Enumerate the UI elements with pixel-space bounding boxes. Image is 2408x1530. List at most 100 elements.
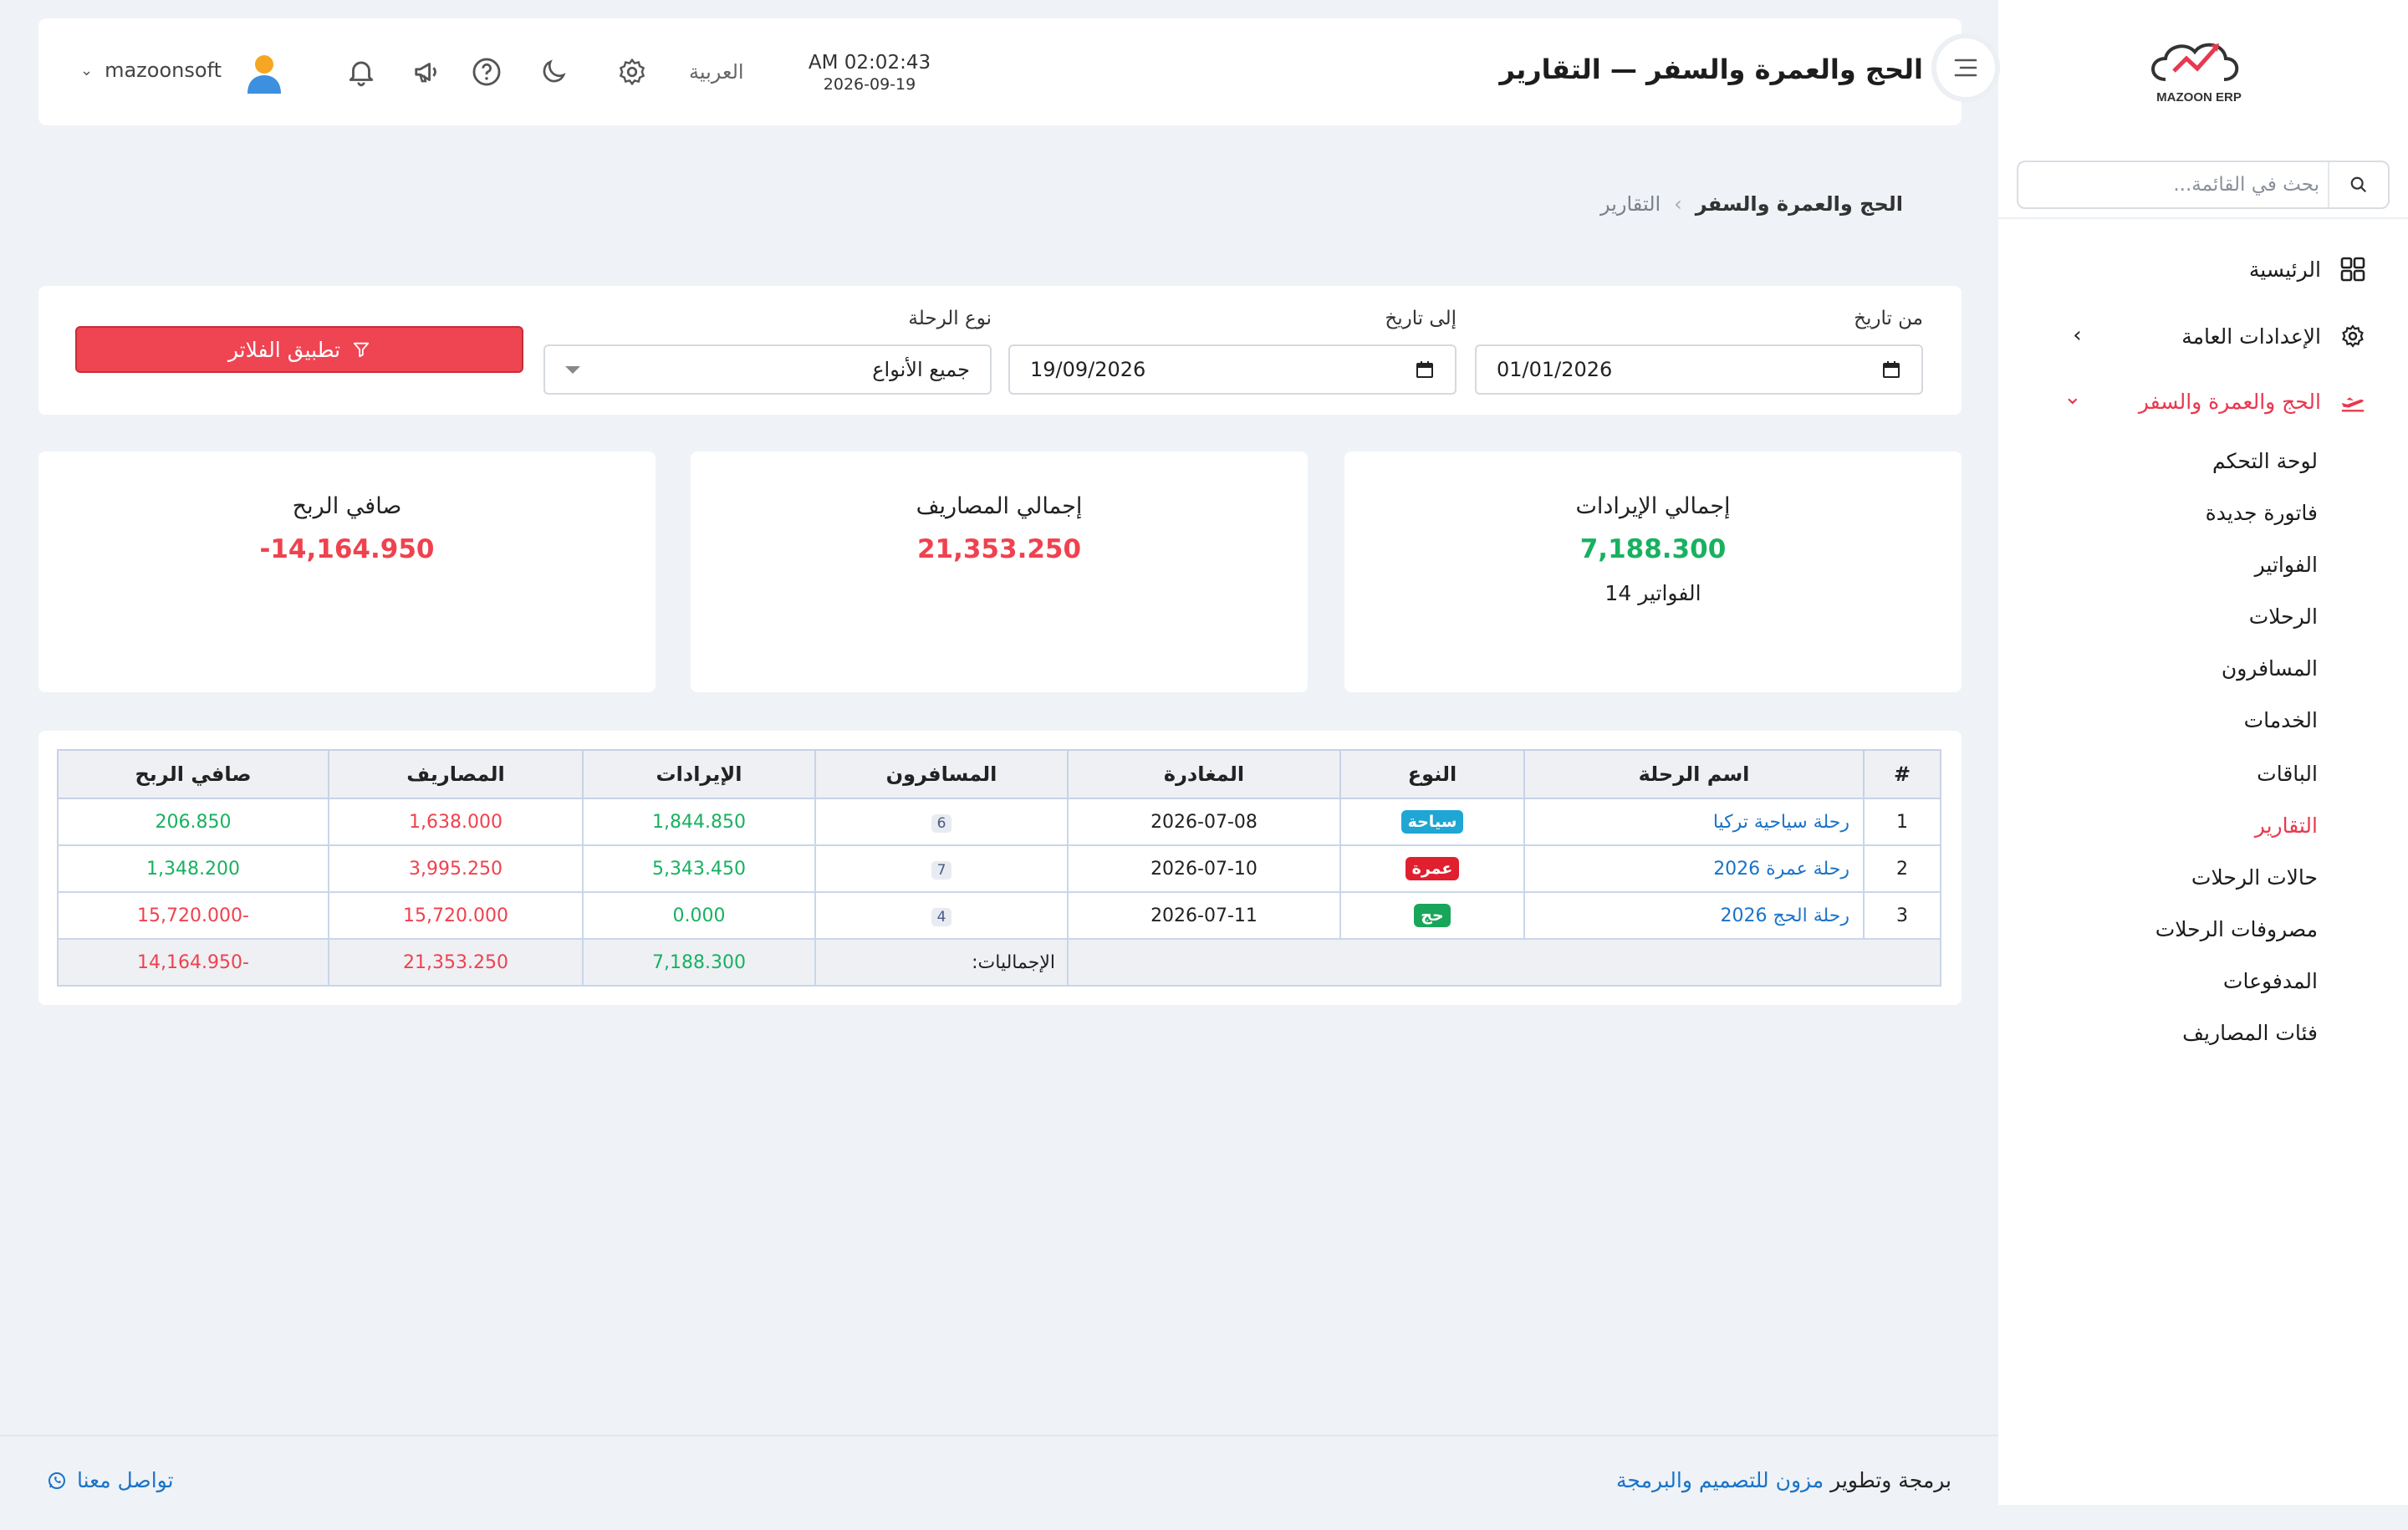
menu-search-input[interactable]: [2035, 162, 2319, 207]
sidebar-item-home[interactable]: الرئيسية: [2249, 252, 2366, 286]
submenu-packages[interactable]: الباقات: [2257, 757, 2318, 791]
announcements-button[interactable]: [411, 55, 445, 89]
help-button[interactable]: [470, 55, 503, 89]
apply-filters-button[interactable]: تطبيق الفلاتر: [75, 326, 523, 373]
avatar[interactable]: [246, 54, 283, 94]
col-header[interactable]: النوع: [1339, 749, 1525, 799]
submenu-trips[interactable]: الرحلات: [2249, 600, 2318, 634]
trip-type-badge: سياحة: [1400, 810, 1464, 834]
travelers-cell: 4: [814, 891, 1069, 940]
company-link[interactable]: مزون للتصميم والبرمجة: [1616, 1468, 1824, 1492]
col-header[interactable]: المغادرة: [1067, 749, 1341, 799]
clock-date: 2026-09-19: [823, 75, 916, 94]
row-index: 3: [1863, 891, 1941, 940]
submenu-new-invoice[interactable]: فاتورة جديدة: [2206, 497, 2318, 530]
revenue-cell: 5,343.450: [582, 844, 816, 893]
submenu-trip-expenses[interactable]: مصروفات الرحلات: [2155, 913, 2318, 946]
totals-revenue: 7,188.300: [582, 938, 816, 987]
from-date-input[interactable]: 01/01/2026: [1475, 344, 1923, 395]
megaphone-icon: [415, 63, 436, 83]
report-table: # اسم الرحلة النوع المغادرة المسافرون ال…: [57, 749, 1941, 987]
sidebar-item-label: الإعدادات العامة: [2181, 324, 2321, 349]
sidebar-item-label: الرئيسية: [2248, 257, 2321, 282]
calendar-icon[interactable]: [1415, 360, 1435, 380]
breadcrumb: الحج والعمرة والسفر ‹ التقارير: [1600, 192, 1903, 216]
help-icon: [472, 58, 501, 86]
totals-profit: -14,164.950: [57, 938, 329, 987]
language-switch[interactable]: العربية: [689, 60, 744, 84]
grid-icon: [2339, 256, 2366, 283]
stat-value: 7,188.300: [1579, 534, 1727, 564]
stat-value: 21,353.250: [916, 534, 1082, 564]
submenu-travelers[interactable]: المسافرون: [2222, 652, 2318, 686]
submenu-invoices[interactable]: الفواتير: [2255, 548, 2318, 582]
sidebar-item-hajj-travel[interactable]: الحج والعمرة والسفر ⌄: [2064, 385, 2366, 418]
sidebar-divider: [1998, 217, 2408, 219]
row-index: 2: [1863, 844, 1941, 893]
col-header[interactable]: صافي الربح: [57, 749, 329, 799]
trip-name-link[interactable]: رحلة سياحية تركيا: [1523, 798, 1865, 846]
whatsapp-icon: [48, 1471, 65, 1489]
expenses-cell: 3,995.250: [328, 844, 584, 893]
sidebar-item-settings[interactable]: الإعدادات العامة ‹: [2073, 319, 2366, 353]
caret-down-icon: [565, 365, 580, 374]
stat-card-revenue: إجمالي الإيرادات 7,188.300 14 الفواتير: [1344, 451, 1962, 692]
trip-type-cell: سياحة: [1339, 798, 1525, 846]
profit-cell: 206.850: [57, 798, 329, 846]
trip-type-select[interactable]: جميع الأنواع: [543, 344, 992, 395]
chevron-down-icon: ⌄: [80, 61, 94, 79]
table-row: 3 رحلة الحج 2026 حج 2026-07-11 4 0.000 1…: [57, 891, 1941, 940]
submenu-payments[interactable]: المدفوعات: [2223, 965, 2318, 998]
user-menu[interactable]: ⌄ mazoonsoft: [80, 59, 222, 82]
breadcrumb-parent[interactable]: الحج والعمرة والسفر: [1696, 192, 1903, 216]
submenu-dashboard[interactable]: لوحة التحكم: [2212, 445, 2318, 478]
submenu-services[interactable]: الخدمات: [2244, 704, 2318, 737]
table-header-row: # اسم الرحلة النوع المغادرة المسافرون ال…: [57, 749, 1941, 799]
col-header[interactable]: الإيرادات: [582, 749, 816, 799]
footer-divider: [0, 1435, 1998, 1436]
col-header[interactable]: اسم الرحلة: [1523, 749, 1865, 799]
contact-link[interactable]: تواصل معنا: [47, 1468, 174, 1492]
trip-type-cell: عمرة: [1339, 844, 1525, 893]
calendar-icon[interactable]: [1881, 360, 1901, 380]
bell-icon: [349, 61, 374, 87]
trip-type-value: جميع الأنواع: [872, 358, 970, 381]
to-date-value: 19/09/2026: [1030, 358, 1146, 381]
col-header[interactable]: المصاريف: [328, 749, 584, 799]
trip-name-link[interactable]: رحلة عمرة 2026: [1523, 844, 1865, 893]
brand-logo[interactable]: MAZOON ERP: [2140, 33, 2258, 109]
submenu-reports[interactable]: التقارير: [2255, 809, 2318, 843]
plane-icon: [2339, 388, 2366, 415]
row-index: 1: [1863, 798, 1941, 846]
notifications-button[interactable]: [344, 55, 378, 89]
settings-button[interactable]: [615, 55, 649, 89]
trip-name-link[interactable]: رحلة الحج 2026: [1523, 891, 1865, 940]
travelers-count-badge: 4: [931, 907, 952, 926]
totals-label: الإجماليات:: [814, 938, 1069, 987]
chevron-left-icon: ‹: [2073, 323, 2082, 348]
to-date-input[interactable]: 19/09/2026: [1008, 344, 1457, 395]
stat-label: صافي الربح: [292, 493, 402, 519]
travelers-count-badge: 6: [931, 813, 952, 833]
search-button[interactable]: [2328, 162, 2388, 207]
submenu-trip-statuses[interactable]: حالات الرحلات: [2191, 861, 2318, 895]
to-date-label: إلى تاريخ: [1385, 308, 1457, 329]
submenu-expense-categories[interactable]: فئات المصاريف: [2182, 1017, 2318, 1050]
sidebar-toggle-button[interactable]: [1931, 33, 2000, 102]
totals-row: الإجماليات: 7,188.300 21,353.250 -14,164…: [57, 938, 1941, 987]
gear-icon: [2339, 323, 2366, 349]
trip-type-cell: حج: [1339, 891, 1525, 940]
footer-credits: برمجة وتطوير مزون للتصميم والبرمجة: [1616, 1468, 1951, 1492]
profit-cell: 1,348.200: [57, 844, 329, 893]
footer-prefix: برمجة وتطوير: [1830, 1468, 1951, 1492]
col-header[interactable]: #: [1863, 749, 1941, 799]
page-title: الحج والعمرة والسفر — التقارير: [1499, 54, 1923, 85]
logo-text: MAZOON ERP: [2156, 90, 2242, 105]
stat-card-profit: صافي الربح -14,164.950: [38, 451, 656, 692]
menu-search: [2017, 161, 2390, 209]
col-header[interactable]: المسافرون: [814, 749, 1069, 799]
top-header: الحج والعمرة والسفر — التقارير AM 02:02:…: [38, 18, 1962, 125]
dark-mode-toggle[interactable]: [537, 55, 570, 89]
totals-spacer: [1067, 938, 1941, 987]
apply-filters-label: تطبيق الفلاتر: [227, 337, 341, 362]
